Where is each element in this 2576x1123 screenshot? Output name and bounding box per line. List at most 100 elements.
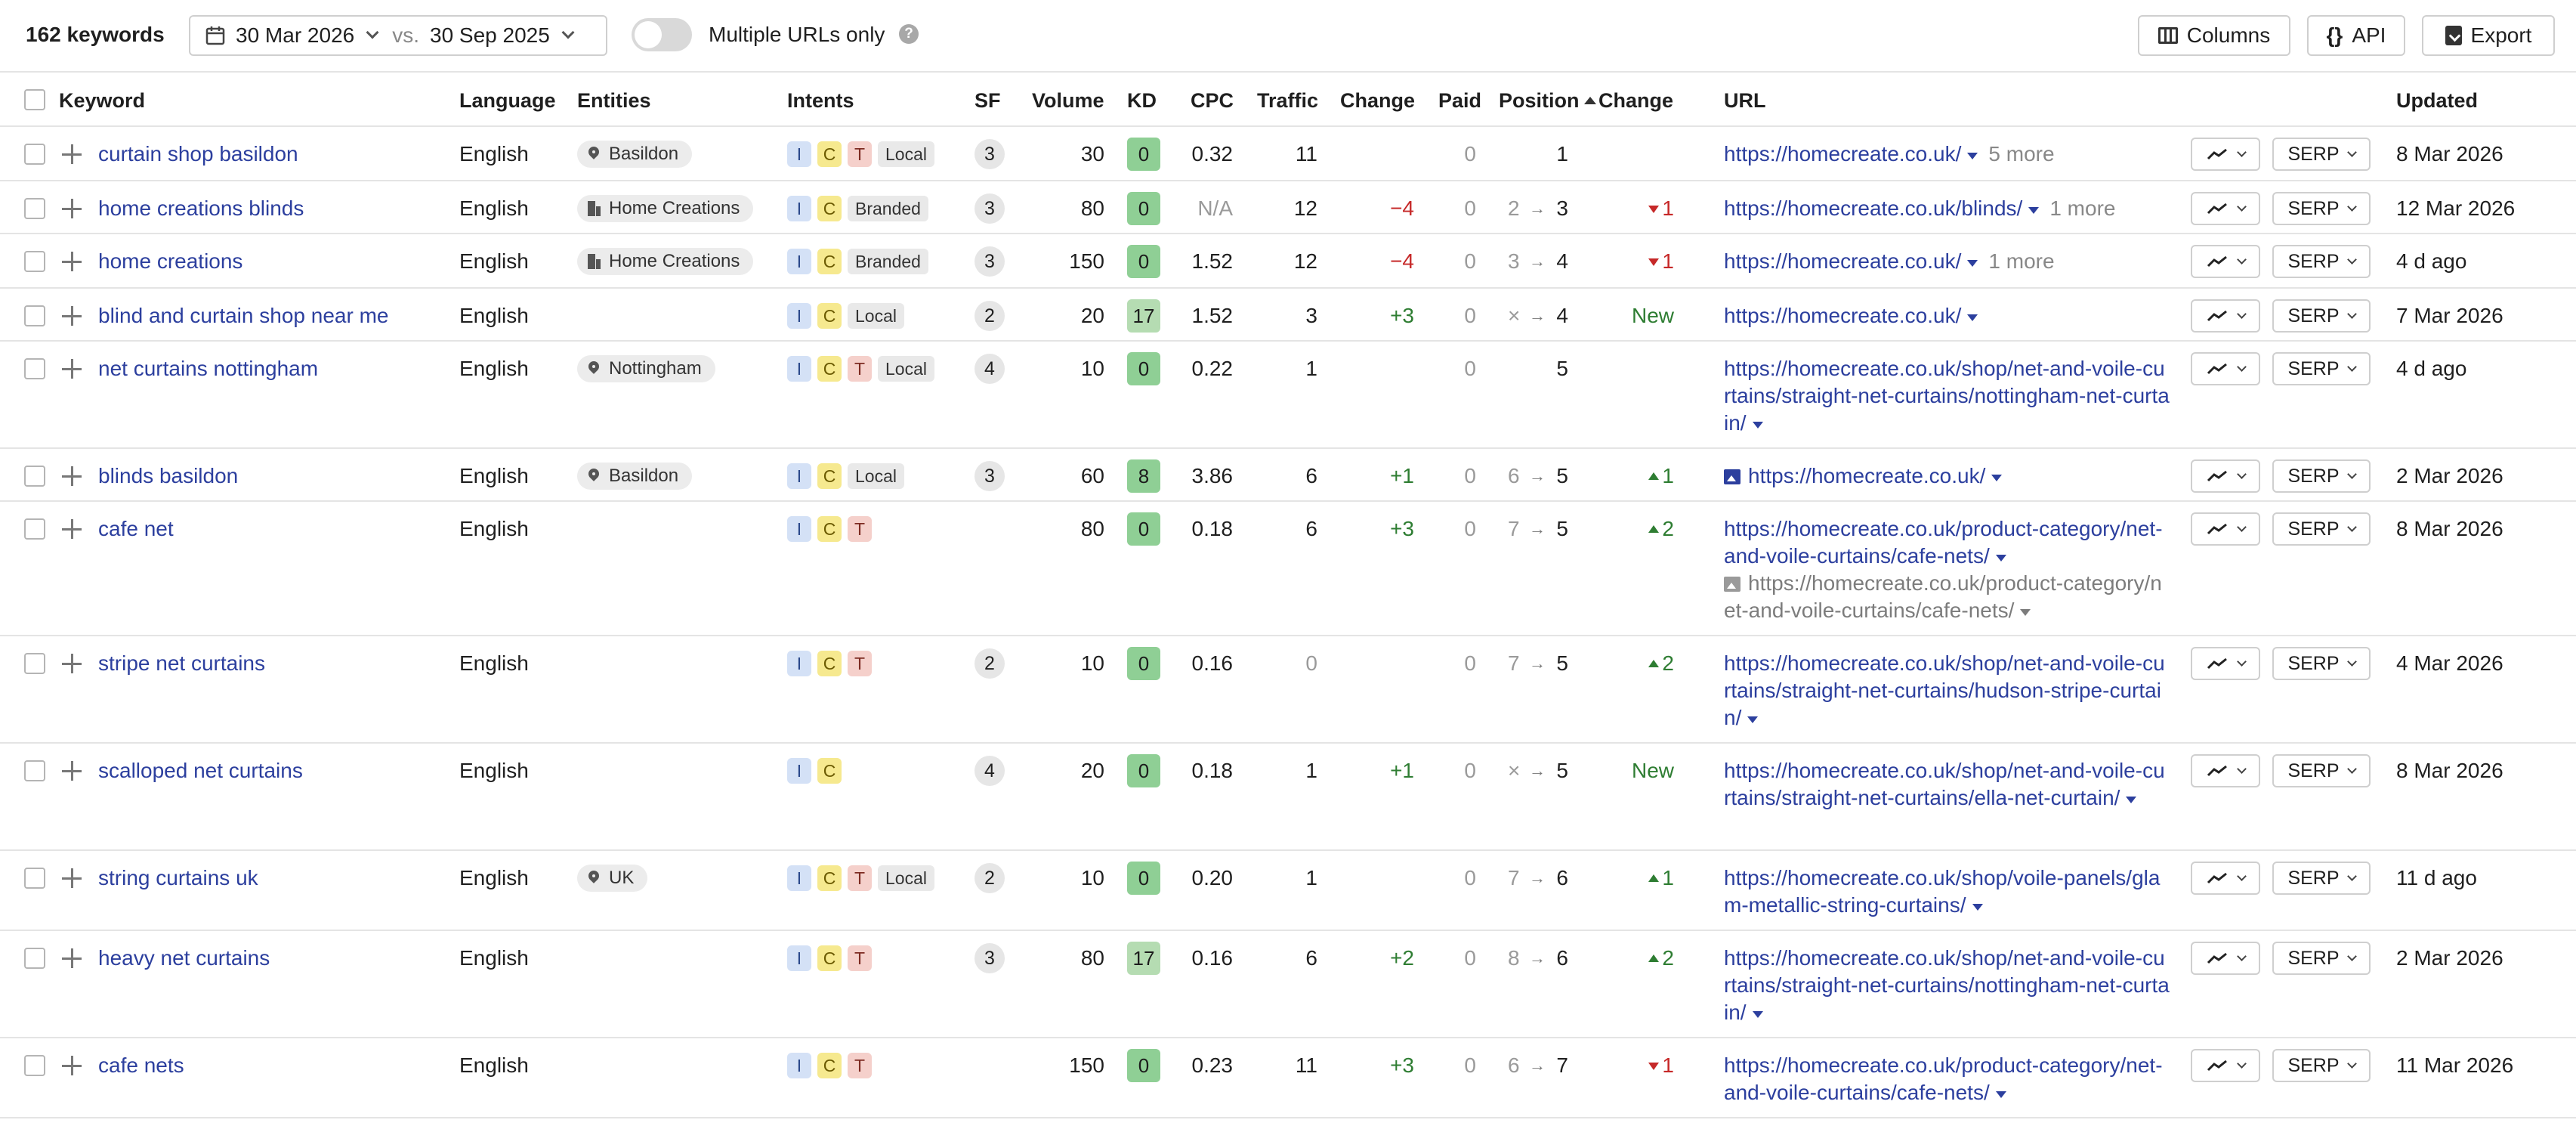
keyword-link[interactable]: heavy net curtains bbox=[98, 945, 270, 972]
add-to-list-icon[interactable] bbox=[62, 948, 82, 968]
entity-chip[interactable]: Basildon bbox=[577, 463, 693, 490]
more-urls-link[interactable]: 1 more bbox=[1988, 249, 2054, 273]
row-checkbox[interactable] bbox=[24, 305, 45, 326]
trend-chart-button[interactable] bbox=[2191, 647, 2260, 680]
add-to-list-icon[interactable] bbox=[62, 466, 82, 486]
dropdown-arrow-icon[interactable] bbox=[2020, 609, 2031, 616]
header-change[interactable]: Change bbox=[1340, 89, 1415, 113]
add-to-list-icon[interactable] bbox=[62, 306, 82, 326]
date-range-picker[interactable]: 30 Mar 2026 vs. 30 Sep 2025 bbox=[189, 15, 607, 56]
serp-button[interactable]: SERP bbox=[2272, 942, 2371, 975]
serp-features-count[interactable]: 4 bbox=[974, 354, 1005, 384]
url-link[interactable]: https://homecreate.co.uk/shop/net-and-vo… bbox=[1724, 650, 2170, 732]
serp-features-count[interactable]: 2 bbox=[974, 648, 1005, 679]
header-position-change[interactable]: Change bbox=[1598, 89, 1673, 113]
url-text[interactable]: https://homecreate.co.uk/product-categor… bbox=[1724, 1053, 2163, 1104]
add-to-list-icon[interactable] bbox=[62, 359, 82, 379]
dropdown-arrow-icon[interactable] bbox=[2126, 797, 2137, 803]
trend-chart-button[interactable] bbox=[2191, 459, 2260, 493]
serp-features-count[interactable]: 3 bbox=[974, 193, 1005, 224]
dropdown-arrow-icon[interactable] bbox=[1995, 1091, 2006, 1098]
trend-chart-button[interactable] bbox=[2191, 512, 2260, 546]
trend-chart-button[interactable] bbox=[2191, 192, 2260, 225]
row-checkbox[interactable] bbox=[24, 358, 45, 379]
url-text[interactable]: https://homecreate.co.uk/ bbox=[1748, 464, 1985, 487]
trend-chart-button[interactable] bbox=[2191, 862, 2260, 895]
url-text[interactable]: https://homecreate.co.uk/shop/voile-pane… bbox=[1724, 866, 2160, 917]
entity-chip[interactable]: Home Creations bbox=[577, 248, 754, 275]
header-keyword[interactable]: Keyword bbox=[59, 89, 145, 113]
dropdown-arrow-icon[interactable] bbox=[1967, 314, 1978, 321]
serp-features-count[interactable]: 4 bbox=[974, 756, 1005, 786]
serp-features-count[interactable]: 2 bbox=[974, 863, 1005, 893]
keyword-link[interactable]: scalloped net curtains bbox=[98, 757, 303, 784]
header-intents[interactable]: Intents bbox=[787, 89, 854, 113]
trend-chart-button[interactable] bbox=[2191, 138, 2260, 171]
header-updated[interactable]: Updated bbox=[2396, 89, 2478, 113]
url-link[interactable]: https://homecreate.co.uk/product-categor… bbox=[1724, 1052, 2170, 1106]
columns-button[interactable]: Columns bbox=[2138, 15, 2290, 56]
keyword-link[interactable]: net curtains nottingham bbox=[98, 355, 318, 382]
url-text[interactable]: https://homecreate.co.uk/ bbox=[1724, 249, 1961, 273]
row-checkbox[interactable] bbox=[24, 760, 45, 781]
url-text[interactable]: https://homecreate.co.uk/shop/net-and-vo… bbox=[1724, 946, 2170, 1024]
keyword-link[interactable]: curtain shop basildon bbox=[98, 141, 298, 168]
select-all-checkbox[interactable] bbox=[24, 89, 45, 110]
entity-chip[interactable]: UK bbox=[577, 865, 648, 892]
trend-chart-button[interactable] bbox=[2191, 1049, 2260, 1082]
dropdown-arrow-icon[interactable] bbox=[1752, 1011, 1763, 1018]
dropdown-arrow-icon[interactable] bbox=[1967, 153, 1978, 159]
keyword-link[interactable]: stripe net curtains bbox=[98, 650, 265, 677]
url-text[interactable]: https://homecreate.co.uk/ bbox=[1724, 304, 1961, 327]
keyword-link[interactable]: blind and curtain shop near me bbox=[98, 302, 388, 329]
header-entities[interactable]: Entities bbox=[577, 89, 651, 113]
serp-features-count[interactable]: 3 bbox=[974, 246, 1005, 277]
serp-button[interactable]: SERP bbox=[2272, 299, 2371, 333]
multiple-urls-toggle[interactable] bbox=[632, 18, 692, 51]
keyword-link[interactable]: blinds basildon bbox=[98, 463, 238, 490]
dropdown-arrow-icon[interactable] bbox=[1972, 904, 1983, 911]
header-traffic[interactable]: Traffic bbox=[1257, 89, 1318, 113]
dropdown-arrow-icon[interactable] bbox=[1752, 422, 1763, 428]
trend-chart-button[interactable] bbox=[2191, 352, 2260, 385]
add-to-list-icon[interactable] bbox=[62, 199, 82, 218]
dropdown-arrow-icon[interactable] bbox=[1991, 475, 2003, 481]
entity-chip[interactable]: Basildon bbox=[577, 141, 693, 168]
add-to-list-icon[interactable] bbox=[62, 252, 82, 271]
add-to-list-icon[interactable] bbox=[62, 144, 82, 164]
api-button[interactable]: {} API bbox=[2307, 15, 2405, 56]
keyword-link[interactable]: cafe net bbox=[98, 515, 174, 543]
serp-features-count[interactable]: 3 bbox=[974, 461, 1005, 491]
dropdown-arrow-icon[interactable] bbox=[1747, 716, 1759, 723]
serp-button[interactable]: SERP bbox=[2272, 138, 2371, 171]
header-language[interactable]: Language bbox=[459, 89, 556, 113]
serp-button[interactable]: SERP bbox=[2272, 1049, 2371, 1082]
keyword-link[interactable]: cafe nets bbox=[98, 1052, 184, 1079]
url-link[interactable]: https://homecreate.co.uk/shop/net-and-vo… bbox=[1724, 757, 2170, 812]
header-volume[interactable]: Volume bbox=[1032, 89, 1104, 113]
url-link[interactable]: https://homecreate.co.uk/1 more bbox=[1724, 248, 2170, 275]
help-icon[interactable]: ? bbox=[899, 24, 919, 44]
secondary-url-link[interactable]: https://homecreate.co.uk/product-categor… bbox=[1724, 570, 2170, 624]
add-to-list-icon[interactable] bbox=[62, 868, 82, 888]
serp-button[interactable]: SERP bbox=[2272, 647, 2371, 680]
more-urls-link[interactable]: 1 more bbox=[2049, 196, 2115, 220]
url-text[interactable]: https://homecreate.co.uk/product-categor… bbox=[1724, 517, 2163, 568]
url-link[interactable]: https://homecreate.co.uk/ bbox=[1724, 302, 2170, 329]
url-text[interactable]: https://homecreate.co.uk/product-categor… bbox=[1724, 571, 2162, 622]
url-text[interactable]: https://homecreate.co.uk/shop/net-and-vo… bbox=[1724, 651, 2165, 729]
row-checkbox[interactable] bbox=[24, 948, 45, 969]
trend-chart-button[interactable] bbox=[2191, 299, 2260, 333]
trend-chart-button[interactable] bbox=[2191, 942, 2260, 975]
dropdown-arrow-icon[interactable] bbox=[1967, 260, 1978, 267]
add-to-list-icon[interactable] bbox=[62, 519, 82, 539]
dropdown-arrow-icon[interactable] bbox=[1995, 555, 2006, 562]
trend-chart-button[interactable] bbox=[2191, 754, 2260, 787]
url-link[interactable]: https://homecreate.co.uk/product-categor… bbox=[1724, 515, 2170, 570]
serp-features-count[interactable]: 3 bbox=[974, 943, 1005, 973]
serp-button[interactable]: SERP bbox=[2272, 754, 2371, 787]
serp-button[interactable]: SERP bbox=[2272, 862, 2371, 895]
url-link[interactable]: https://homecreate.co.uk/5 more bbox=[1724, 141, 2170, 168]
trend-chart-button[interactable] bbox=[2191, 245, 2260, 278]
header-cpc[interactable]: CPC bbox=[1191, 89, 1234, 113]
